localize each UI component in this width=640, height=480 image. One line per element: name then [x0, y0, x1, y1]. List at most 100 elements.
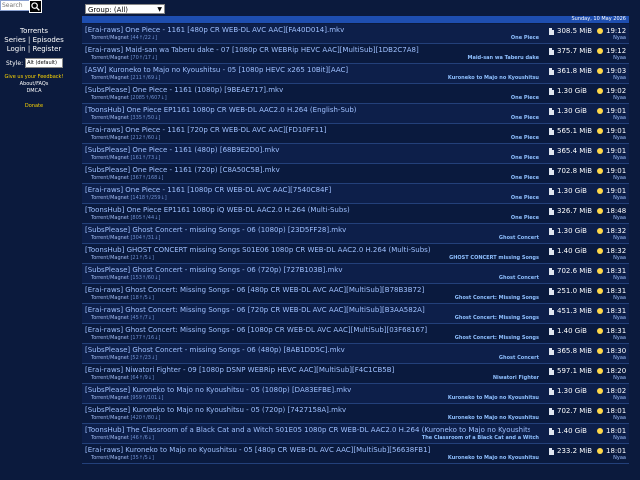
- show-name-link[interactable]: Maid-san wa Taberu dake: [467, 55, 539, 61]
- torrent-file-link[interactable]: Torrent: [91, 235, 108, 241]
- torrent-file-link[interactable]: Torrent: [91, 255, 108, 261]
- torrent-title-link[interactable]: [Erai-raws] Ghost Concert: Missing Songs…: [85, 326, 530, 334]
- source-link[interactable]: Nyaa: [613, 195, 626, 201]
- magnet-link[interactable]: Magnet: [110, 315, 129, 321]
- torrent-title-link[interactable]: [Erai-raws] Niwatori Fighter - 09 [1080p…: [85, 366, 530, 374]
- torrent-file-link[interactable]: Torrent: [91, 55, 108, 61]
- source-link[interactable]: Nyaa: [613, 115, 626, 121]
- torrent-file-link[interactable]: Torrent: [91, 135, 108, 141]
- source-link[interactable]: Nyaa: [613, 415, 626, 421]
- source-link[interactable]: Nyaa: [613, 355, 626, 361]
- source-link[interactable]: Nyaa: [613, 435, 626, 441]
- torrent-file-link[interactable]: Torrent: [91, 395, 108, 401]
- magnet-link[interactable]: Magnet: [110, 75, 129, 81]
- style-select[interactable]: Alt (default): [25, 58, 64, 68]
- torrent-title-link[interactable]: [SubsPlease] Kuroneko to Majo no Kyoushi…: [85, 386, 530, 394]
- nav-series-link[interactable]: Series: [4, 36, 26, 44]
- magnet-link[interactable]: Magnet: [110, 415, 129, 421]
- show-name-link[interactable]: Kuroneko to Majo no Kyoushitsu: [448, 395, 539, 401]
- magnet-link[interactable]: Magnet: [110, 455, 129, 461]
- show-name-link[interactable]: Ghost Concert: Missing Songs: [455, 335, 539, 341]
- torrent-title-link[interactable]: [SubsPlease] Ghost Concert - missing Son…: [85, 346, 530, 354]
- magnet-link[interactable]: Magnet: [110, 355, 129, 361]
- feedback-link[interactable]: Give us your Feedback!: [0, 74, 68, 80]
- show-name-link[interactable]: One Piece: [511, 215, 539, 221]
- source-link[interactable]: Nyaa: [613, 235, 626, 241]
- torrent-file-link[interactable]: Torrent: [91, 375, 108, 381]
- show-name-link[interactable]: Niwatori Fighter: [493, 375, 539, 381]
- show-name-link[interactable]: Ghost Concert: Missing Songs: [455, 295, 539, 301]
- torrent-title-link[interactable]: [ToonsHub] One Piece EP1161 1080p iQ WEB…: [85, 206, 530, 214]
- magnet-link[interactable]: Magnet: [110, 235, 129, 241]
- torrent-file-link[interactable]: Torrent: [91, 355, 108, 361]
- show-name-link[interactable]: Ghost Concert: Missing Songs: [455, 315, 539, 321]
- torrent-file-link[interactable]: Torrent: [91, 115, 108, 121]
- torrent-file-link[interactable]: Torrent: [91, 435, 108, 441]
- show-name-link[interactable]: One Piece: [511, 175, 539, 181]
- torrent-title-link[interactable]: [SubsPlease] Ghost Concert - missing Son…: [85, 266, 530, 274]
- nav-login-link[interactable]: Login: [7, 45, 26, 53]
- source-link[interactable]: Nyaa: [613, 75, 626, 81]
- source-link[interactable]: Nyaa: [613, 315, 626, 321]
- source-link[interactable]: Nyaa: [613, 215, 626, 221]
- magnet-link[interactable]: Magnet: [110, 115, 129, 121]
- torrent-title-link[interactable]: [SubsPlease] Ghost Concert - missing Son…: [85, 226, 530, 234]
- nav-register-link[interactable]: Register: [32, 45, 61, 53]
- show-name-link[interactable]: One Piece: [511, 95, 539, 101]
- show-name-link[interactable]: One Piece: [511, 135, 539, 141]
- magnet-link[interactable]: Magnet: [110, 195, 129, 201]
- magnet-link[interactable]: Magnet: [110, 135, 129, 141]
- source-link[interactable]: Nyaa: [613, 95, 626, 101]
- donate-link[interactable]: Donate: [0, 103, 68, 109]
- torrent-file-link[interactable]: Torrent: [91, 75, 108, 81]
- magnet-link[interactable]: Magnet: [110, 155, 129, 161]
- show-name-link[interactable]: Ghost Concert: [499, 235, 539, 241]
- magnet-link[interactable]: Magnet: [110, 55, 129, 61]
- magnet-link[interactable]: Magnet: [110, 95, 129, 101]
- source-link[interactable]: Nyaa: [613, 35, 626, 41]
- torrent-file-link[interactable]: Torrent: [91, 215, 108, 221]
- torrent-file-link[interactable]: Torrent: [91, 295, 108, 301]
- torrent-file-link[interactable]: Torrent: [91, 175, 108, 181]
- magnet-link[interactable]: Magnet: [110, 175, 129, 181]
- torrent-file-link[interactable]: Torrent: [91, 195, 108, 201]
- show-name-link[interactable]: One Piece: [511, 35, 539, 41]
- about-link[interactable]: About/FAQs: [0, 81, 68, 87]
- magnet-link[interactable]: Magnet: [110, 275, 129, 281]
- magnet-link[interactable]: Magnet: [110, 375, 129, 381]
- magnet-link[interactable]: Magnet: [110, 335, 129, 341]
- torrent-file-link[interactable]: Torrent: [91, 35, 108, 41]
- magnet-link[interactable]: Magnet: [110, 295, 129, 301]
- source-link[interactable]: Nyaa: [613, 375, 626, 381]
- torrent-title-link[interactable]: [SubsPlease] Kuroneko to Majo no Kyoushi…: [85, 406, 530, 414]
- source-link[interactable]: Nyaa: [613, 335, 626, 341]
- group-select[interactable]: Group: (All) ▼: [85, 4, 165, 14]
- torrent-title-link[interactable]: [Erai-raws] Ghost Concert: Missing Songs…: [85, 306, 530, 314]
- magnet-link[interactable]: Magnet: [110, 215, 129, 221]
- source-link[interactable]: Nyaa: [613, 295, 626, 301]
- torrent-file-link[interactable]: Torrent: [91, 315, 108, 321]
- torrent-title-link[interactable]: [SubsPlease] One Piece - 1161 (1080p) [9…: [85, 86, 530, 94]
- source-link[interactable]: Nyaa: [613, 155, 626, 161]
- source-link[interactable]: Nyaa: [613, 255, 626, 261]
- show-name-link[interactable]: Kuroneko to Majo no Kyoushitsu: [448, 455, 539, 461]
- torrent-title-link[interactable]: [Erai-raws] Maid-san wa Taberu dake - 07…: [85, 46, 530, 54]
- torrent-title-link[interactable]: [Erai-raws] One Piece - 1161 [480p CR WE…: [85, 26, 530, 34]
- show-name-link[interactable]: Kuroneko to Majo no Kyoushitsu: [448, 415, 539, 421]
- source-link[interactable]: Nyaa: [613, 135, 626, 141]
- show-name-link[interactable]: One Piece: [511, 155, 539, 161]
- torrent-title-link[interactable]: [Erai-raws] One Piece - 1161 [720p CR WE…: [85, 126, 530, 134]
- torrent-file-link[interactable]: Torrent: [91, 335, 108, 341]
- dmca-link[interactable]: DMCA: [0, 88, 68, 94]
- search-button[interactable]: [29, 0, 42, 13]
- torrent-title-link[interactable]: [ToonsHub] One Piece EP1161 1080p CR WEB…: [85, 106, 530, 114]
- torrent-title-link[interactable]: [Erai-raws] Ghost Concert: Missing Songs…: [85, 286, 530, 294]
- magnet-link[interactable]: Magnet: [110, 435, 129, 441]
- source-link[interactable]: Nyaa: [613, 55, 626, 61]
- nav-episodes-link[interactable]: Episodes: [33, 36, 64, 44]
- torrent-title-link[interactable]: [ToonsHub] GHOST CONCERT missing Songs S…: [85, 246, 530, 254]
- magnet-link[interactable]: Magnet: [110, 35, 129, 41]
- show-name-link[interactable]: The Classroom of a Black Cat and a Witch: [422, 435, 539, 441]
- show-name-link[interactable]: Ghost Concert: [499, 355, 539, 361]
- source-link[interactable]: Nyaa: [613, 275, 626, 281]
